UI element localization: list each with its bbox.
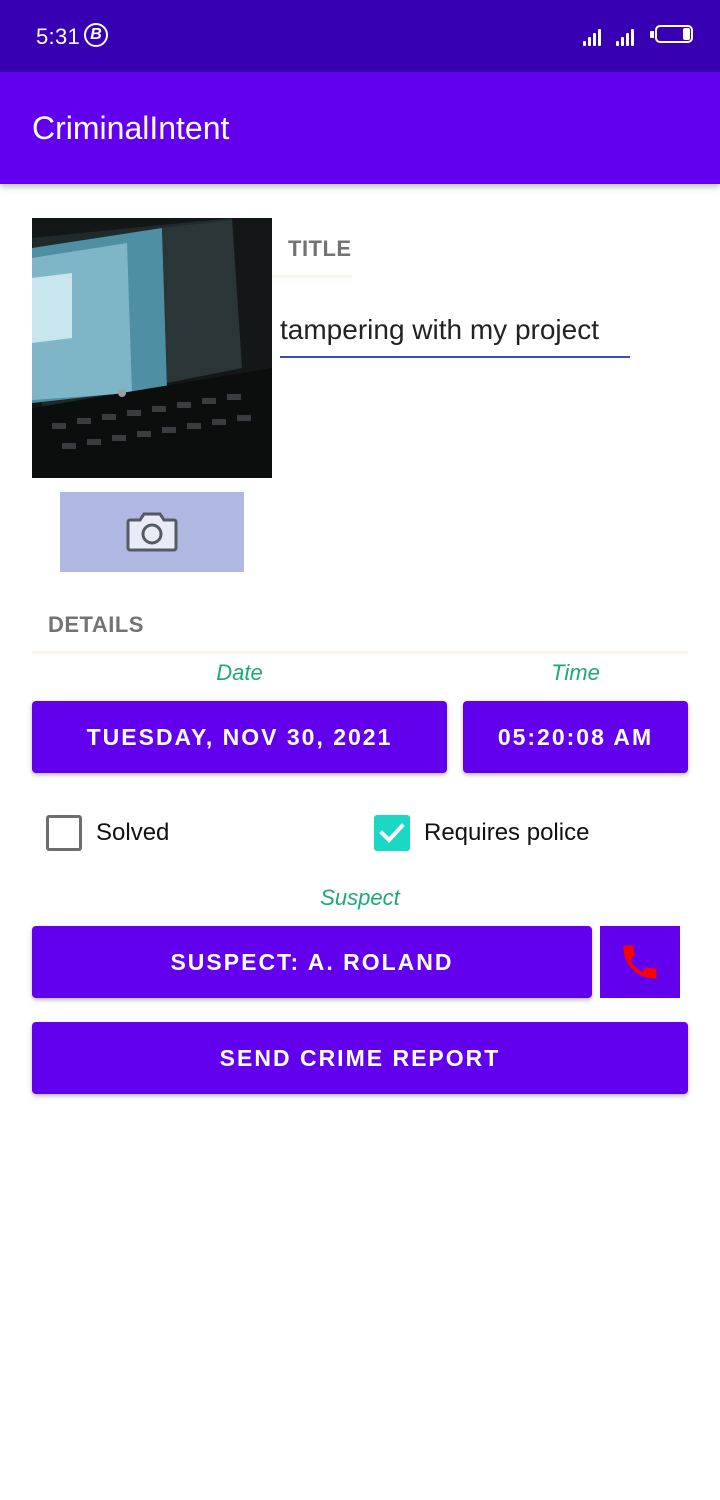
title-header: TITLE — [288, 236, 352, 261]
requires-police-checkbox[interactable] — [374, 815, 410, 851]
signal-icon — [616, 26, 634, 46]
battery-tip — [650, 31, 654, 38]
send-crime-report-button[interactable]: SEND CRIME REPORT — [32, 1022, 688, 1094]
solved-checkbox-row[interactable]: Solved — [46, 815, 169, 851]
check-icon — [379, 823, 405, 843]
title-divider — [272, 275, 352, 278]
status-bar: 5:31 B — [0, 0, 720, 72]
phone-icon — [623, 945, 657, 979]
time-button[interactable]: 05:20:08 AM — [463, 701, 688, 773]
time-label: Time — [551, 660, 600, 685]
camera-button[interactable] — [60, 492, 244, 572]
date-label: Date — [216, 660, 263, 685]
crime-title-input[interactable] — [280, 304, 630, 358]
crime-photo — [32, 218, 272, 478]
notification-icon: B — [84, 23, 108, 47]
app-title: CriminalIntent — [32, 110, 230, 146]
camera-icon — [126, 512, 178, 552]
solved-label: Solved — [96, 819, 170, 846]
solved-checkbox[interactable] — [46, 815, 82, 851]
requires-police-label: Requires police — [424, 819, 590, 846]
signal-icon — [583, 26, 601, 46]
battery-icon — [655, 25, 693, 43]
date-button[interactable]: TUESDAY, NOV 30, 2021 — [32, 701, 447, 773]
details-header: DETAILS — [48, 612, 144, 637]
details-divider — [32, 651, 688, 654]
status-time: 5:31 — [36, 24, 81, 49]
call-suspect-button[interactable] — [600, 926, 680, 998]
app-bar: CriminalIntent — [0, 72, 720, 184]
suspect-button[interactable]: SUSPECT: A. ROLAND — [32, 926, 592, 998]
requires-police-checkbox-row[interactable]: Requires police — [374, 815, 589, 851]
suspect-label: Suspect — [320, 885, 400, 910]
